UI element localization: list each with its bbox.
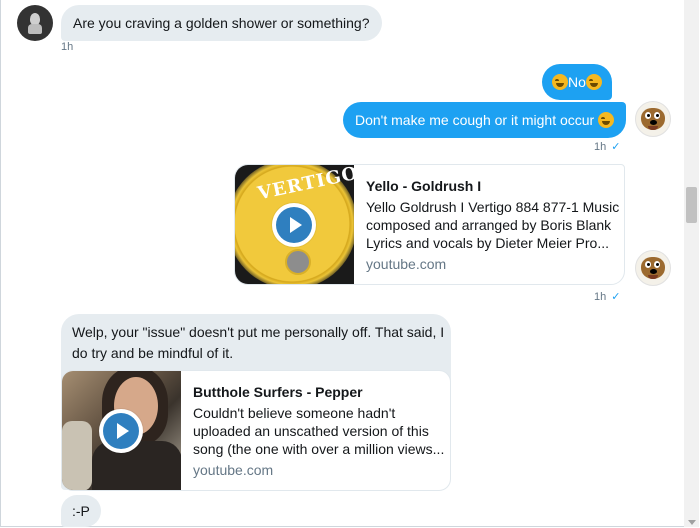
message-status: 1h ✓ bbox=[594, 140, 620, 153]
message-bubble-incoming[interactable]: Are you craving a golden shower or somet… bbox=[61, 5, 382, 41]
message-timestamp: 1h bbox=[61, 41, 74, 53]
card-title: Butthole Surfers - Pepper bbox=[193, 384, 363, 400]
card-title: Yello - Goldrush I bbox=[366, 178, 482, 194]
scrollbar-thumb[interactable] bbox=[686, 187, 697, 223]
dog-nose bbox=[650, 120, 657, 125]
play-button-icon[interactable] bbox=[272, 203, 316, 247]
message-bubble-outgoing[interactable]: No bbox=[542, 64, 612, 100]
dog-eye bbox=[654, 261, 660, 268]
message-text-line: Welp, your "issue" doesn't put me person… bbox=[72, 324, 445, 340]
card-domain: youtube.com bbox=[366, 256, 447, 272]
link-preview-card[interactable]: VERTIGO Yello - Goldrush I Yello Goldrus… bbox=[234, 164, 625, 285]
dog-eye bbox=[645, 261, 651, 268]
video-thumbnail[interactable] bbox=[62, 371, 181, 490]
dog-avatar-icon[interactable] bbox=[635, 101, 671, 137]
sent-checkmark-icon: ✓ bbox=[611, 141, 621, 153]
user-avatar-icon[interactable] bbox=[17, 5, 53, 41]
card-description-line: uploaded an unscathed version of this bbox=[193, 423, 429, 439]
message-timestamp: 1h bbox=[594, 141, 607, 153]
sent-checkmark-icon: ✓ bbox=[611, 291, 621, 303]
message-bubble-incoming[interactable]: Welp, your "issue" doesn't put me person… bbox=[61, 314, 451, 491]
rofl-emoji-icon bbox=[598, 112, 615, 128]
card-description-line: song (the one with over a million views.… bbox=[193, 441, 445, 457]
dog-eye bbox=[645, 112, 651, 119]
scrollbar-track[interactable] bbox=[684, 0, 699, 527]
dog-avatar-icon[interactable] bbox=[635, 250, 671, 286]
message-bubble-incoming[interactable]: :-P bbox=[61, 495, 101, 527]
message-timestamp: 1h bbox=[594, 291, 607, 303]
link-preview-card[interactable]: Butthole Surfers - Pepper Couldn't belie… bbox=[61, 370, 451, 491]
dog-nose bbox=[650, 269, 657, 274]
dog-eye bbox=[654, 112, 660, 119]
rofl-emoji-icon bbox=[552, 74, 568, 90]
video-thumbnail[interactable]: VERTIGO bbox=[235, 165, 354, 284]
card-description-line: Couldn't believe someone hadn't bbox=[193, 405, 396, 421]
card-domain: youtube.com bbox=[193, 462, 274, 478]
message-text-line: do try and be mindful of it. bbox=[72, 345, 234, 361]
message-bubble-outgoing[interactable]: Don't make me cough or it might occur bbox=[343, 102, 627, 138]
play-button-icon[interactable] bbox=[99, 409, 143, 453]
message-text: Don't make me cough or it might occur bbox=[355, 112, 595, 128]
thumbnail-figure bbox=[62, 421, 92, 490]
card-description-line: composed and arranged by Boris Blank bbox=[366, 217, 612, 233]
message-status: 1h ✓ bbox=[594, 290, 620, 303]
vinyl-center bbox=[285, 249, 311, 275]
thumbnail-figure bbox=[92, 441, 181, 490]
scroll-down-arrow-icon[interactable] bbox=[688, 520, 696, 525]
message-text: No bbox=[568, 74, 586, 90]
card-description-line: Lyrics and vocals by Dieter Meier Pro... bbox=[366, 235, 610, 251]
card-description-line: Yello Goldrush I Vertigo 884 877-1 Music bbox=[366, 199, 620, 215]
rofl-emoji-icon bbox=[585, 74, 602, 90]
